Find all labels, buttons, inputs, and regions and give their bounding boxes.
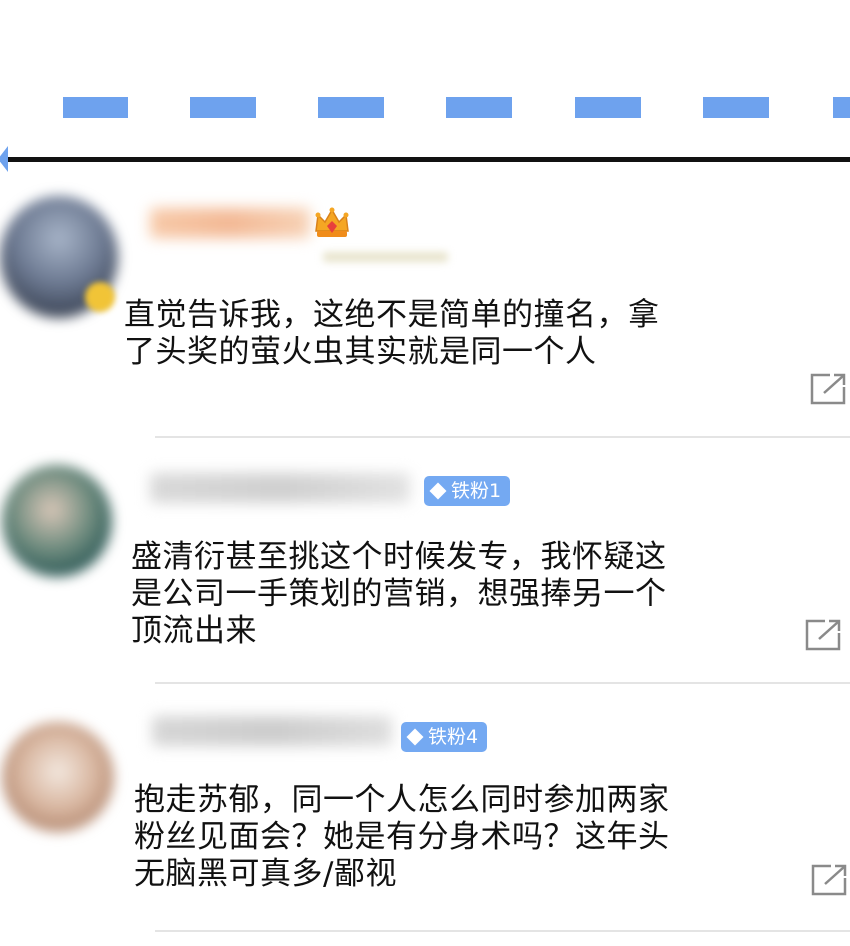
crown-icon — [315, 207, 349, 237]
share-icon[interactable] — [811, 864, 847, 896]
comment-text: 直觉告诉我，这绝不是简单的撞名，拿 了头奖的萤火虫其实就是同一个人 — [124, 297, 660, 371]
diamond-icon — [429, 482, 447, 500]
divider — [155, 930, 850, 932]
fan-level-label: 铁粉1 — [451, 480, 502, 502]
user-subtitle — [323, 252, 448, 262]
fan-level-badge: 铁粉4 — [401, 722, 488, 752]
comment-text-line: 抱走苏郁，同一个人怎么同时参加两家 — [134, 782, 670, 818]
dash-segment — [190, 97, 256, 118]
comment-text-line: 是公司一手策划的营销，想强捧另一个 — [131, 576, 667, 612]
fan-level-badge: 铁粉1 — [424, 476, 511, 506]
fan-level-label: 铁粉4 — [428, 726, 479, 748]
comment-text: 盛清衍甚至挑这个时候发专，我怀疑这 是公司一手策划的营销，想强捧另一个 顶流出来 — [131, 539, 667, 650]
diamond-icon — [406, 728, 424, 746]
comment-text-line: 直觉告诉我，这绝不是简单的撞名，拿 — [124, 297, 660, 333]
share-icon[interactable] — [805, 619, 841, 651]
comment-text-line: 顶流出来 — [131, 613, 257, 649]
dash-segment — [63, 97, 128, 118]
dash-segment — [446, 97, 512, 118]
comment-text-line: 粉丝见面会？她是有分身术吗？这年头 — [134, 819, 670, 855]
dash-segment — [318, 97, 384, 118]
divider — [155, 682, 850, 684]
user-name[interactable] — [150, 208, 310, 238]
avatar[interactable] — [2, 722, 114, 832]
dash-segment — [833, 97, 850, 118]
dash-segment — [703, 97, 769, 118]
dash-segment — [575, 97, 641, 118]
avatar[interactable] — [2, 465, 112, 577]
arrow-left-icon — [0, 146, 8, 172]
comment-text-line: 了头奖的萤火虫其实就是同一个人 — [124, 334, 597, 370]
share-icon[interactable] — [810, 373, 846, 405]
comment-text: 抱走苏郁，同一个人怎么同时参加两家 粉丝见面会？她是有分身术吗？这年头 无脑黑可… — [134, 782, 670, 893]
comment-text-line: 盛清衍甚至挑这个时候发专，我怀疑这 — [131, 539, 667, 575]
comment-text-line: 无脑黑可真多/鄙视 — [134, 856, 397, 892]
user-name[interactable] — [152, 716, 392, 746]
divider — [155, 436, 850, 438]
user-name[interactable] — [150, 473, 410, 503]
avatar-vip-mark — [85, 282, 115, 312]
arrow-line — [0, 157, 850, 162]
